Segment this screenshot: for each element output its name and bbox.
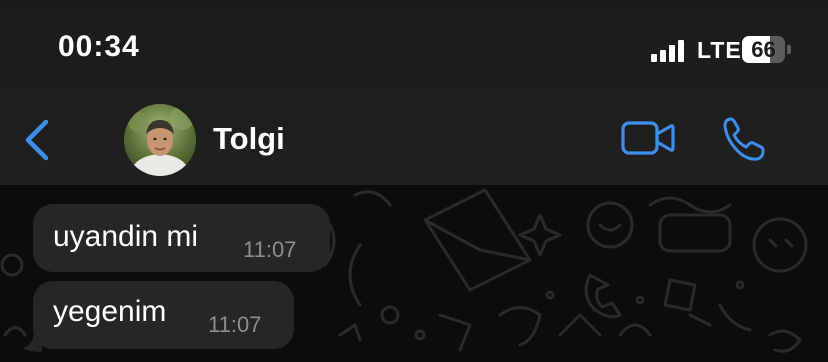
battery-level: 66 <box>751 37 776 62</box>
status-time: 00:34 <box>58 30 140 63</box>
bubble-tail <box>22 334 42 352</box>
message-bubble[interactable]: yegenim 11:07 <box>33 281 294 349</box>
contact-avatar[interactable] <box>124 104 196 176</box>
network-type: LTE <box>697 37 742 63</box>
phone-call-icon[interactable] <box>721 116 767 162</box>
message-text: yegenim <box>53 295 167 328</box>
message-text: uyandin mi <box>53 220 199 253</box>
chat-header: 00:34 LTE 66 Tolgi <box>0 0 828 185</box>
video-call-icon[interactable] <box>620 118 676 158</box>
contact-name[interactable]: Tolgi <box>213 121 285 157</box>
message-time: 11:07 <box>243 237 297 262</box>
back-chevron-icon[interactable] <box>22 118 54 162</box>
message-time: 11:07 <box>208 312 262 337</box>
signal-strength-icon <box>651 38 687 62</box>
battery-icon: 66 <box>742 36 791 63</box>
message-bubble[interactable]: uyandin mi 11:07 <box>33 204 330 272</box>
